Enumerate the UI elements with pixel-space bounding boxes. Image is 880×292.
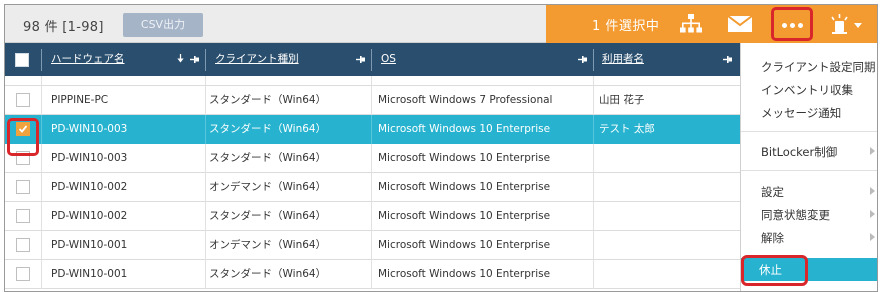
cell-hardware-name: PD-WIN10-003 bbox=[51, 152, 128, 164]
cell-os: Microsoft Windows 10 Enterprise bbox=[378, 239, 551, 251]
select-all-checkbox[interactable] bbox=[15, 53, 29, 67]
cell-client-type: スタンダード（Win64） bbox=[209, 94, 327, 106]
cell-hardware-name: PD-WIN10-002 bbox=[51, 181, 128, 193]
cell-client-type: スタンダード（Win64） bbox=[209, 210, 327, 222]
row-checkbox-highlight bbox=[7, 118, 39, 156]
org-chart-icon[interactable] bbox=[679, 13, 703, 35]
cell-hardware-name: PIPPINE-PC bbox=[51, 94, 109, 106]
record-count: 98 件 [1-98] bbox=[23, 20, 104, 35]
chevron-right-icon bbox=[870, 187, 875, 195]
table-row[interactable]: PD-WIN10-001 オンデマンド（Win64） Microsoft Windo… bbox=[5, 231, 740, 260]
column-header-client-type[interactable]: クライアント種別 bbox=[215, 43, 299, 76]
table-row[interactable]: PD-WIN10-002 オンデマンド（Win64） Microsoft Windo… bbox=[5, 173, 740, 202]
menu-item-consent-change[interactable]: 同意状態変更 bbox=[761, 207, 830, 223]
cell-os: Microsoft Windows 7 Professional bbox=[378, 94, 553, 106]
more-icon bbox=[782, 23, 787, 28]
cell-os: Microsoft Windows 10 Enterprise bbox=[378, 210, 551, 222]
row-checkbox[interactable] bbox=[16, 180, 30, 194]
column-header-hardware[interactable]: ハードウェア名 bbox=[51, 43, 125, 76]
menu-item-bitlocker[interactable]: BitLocker制御 bbox=[761, 144, 837, 160]
menu-item-settings[interactable]: 設定 bbox=[761, 184, 784, 200]
chevron-right-icon bbox=[870, 210, 875, 218]
cell-client-type: オンデマンド（Win64） bbox=[209, 181, 327, 193]
table-row[interactable]: PD-WIN10-002 スタンダード（Win64） Microsoft Windo… bbox=[5, 202, 740, 231]
more-actions-menu: クライアント設定同期 インベントリ収集 メッセージ通知 BitLocker制御 … bbox=[740, 43, 877, 291]
cell-hardware-name: PD-WIN10-002 bbox=[51, 210, 128, 222]
cell-hardware-name: PD-WIN10-003 bbox=[51, 123, 128, 135]
sort-down-icon[interactable] bbox=[176, 54, 185, 63]
column-header-user[interactable]: 利用者名 bbox=[602, 43, 644, 76]
cell-hardware-name: PD-WIN10-001 bbox=[51, 239, 128, 251]
row-checkbox[interactable] bbox=[16, 209, 30, 223]
pin-icon[interactable] bbox=[356, 55, 365, 64]
menu-item-release[interactable]: 解除 bbox=[761, 230, 784, 246]
toolbar: 98 件 [1-98] CSV出力 1 件選択中 bbox=[5, 5, 877, 43]
row-checkbox[interactable] bbox=[16, 238, 30, 252]
row-checkbox[interactable] bbox=[16, 93, 30, 107]
mail-icon[interactable] bbox=[727, 13, 753, 35]
pin-icon[interactable] bbox=[190, 55, 199, 64]
cell-client-type: オンデマンド（Win64） bbox=[209, 239, 327, 251]
table-row[interactable]: PIPPINE-PC スタンダード（Win64） Microsoft Windows… bbox=[5, 86, 740, 115]
cell-client-type: スタンダード（Win64） bbox=[209, 123, 327, 135]
selection-bar: 1 件選択中 bbox=[546, 5, 877, 43]
cell-os: Microsoft Windows 10 Enterprise bbox=[378, 181, 551, 193]
suspend-highlight bbox=[741, 255, 808, 286]
cell-hardware-name: PD-WIN10-001 bbox=[51, 268, 128, 280]
table-row-partial bbox=[5, 76, 740, 86]
app-frame: 98 件 [1-98] CSV出力 1 件選択中 ハードウェア名 クライアント種… bbox=[4, 4, 878, 292]
chevron-right-icon bbox=[870, 147, 875, 155]
more-actions-button[interactable] bbox=[771, 7, 813, 41]
pin-icon[interactable] bbox=[723, 55, 732, 64]
pin-icon[interactable] bbox=[578, 55, 587, 64]
menu-item-message-notify[interactable]: メッセージ通知 bbox=[761, 105, 841, 121]
cell-os: Microsoft Windows 10 Enterprise bbox=[378, 123, 551, 135]
cell-os: Microsoft Windows 10 Enterprise bbox=[378, 268, 551, 280]
table-row[interactable]: PD-WIN10-003 スタンダード（Win64） Microsoft Windo… bbox=[5, 144, 740, 173]
alert-light-icon[interactable] bbox=[829, 13, 863, 35]
table-header: ハードウェア名 クライアント種別 OS 利用者名 bbox=[5, 43, 740, 76]
chevron-right-icon bbox=[870, 233, 875, 241]
cell-user: 山田 花子 bbox=[599, 94, 645, 106]
cell-os: Microsoft Windows 10 Enterprise bbox=[378, 152, 551, 164]
column-header-os[interactable]: OS bbox=[381, 43, 396, 76]
menu-item-client-settings-sync[interactable]: クライアント設定同期 bbox=[761, 59, 876, 75]
table-row[interactable]: PD-WIN10-003 スタンダード（Win64） Microsoft Windo… bbox=[5, 115, 740, 144]
menu-item-inventory-collect[interactable]: インベントリ収集 bbox=[761, 82, 853, 98]
cell-user: テスト 太郎 bbox=[599, 123, 655, 135]
cell-client-type: スタンダード（Win64） bbox=[209, 152, 327, 164]
table-row[interactable]: PD-WIN10-001 スタンダード（Win64） Microsoft Windo… bbox=[5, 260, 740, 289]
cell-client-type: スタンダード（Win64） bbox=[209, 268, 327, 280]
selection-count: 1 件選択中 bbox=[592, 19, 660, 34]
row-checkbox[interactable] bbox=[16, 267, 30, 281]
csv-export-button[interactable]: CSV出力 bbox=[123, 13, 203, 37]
